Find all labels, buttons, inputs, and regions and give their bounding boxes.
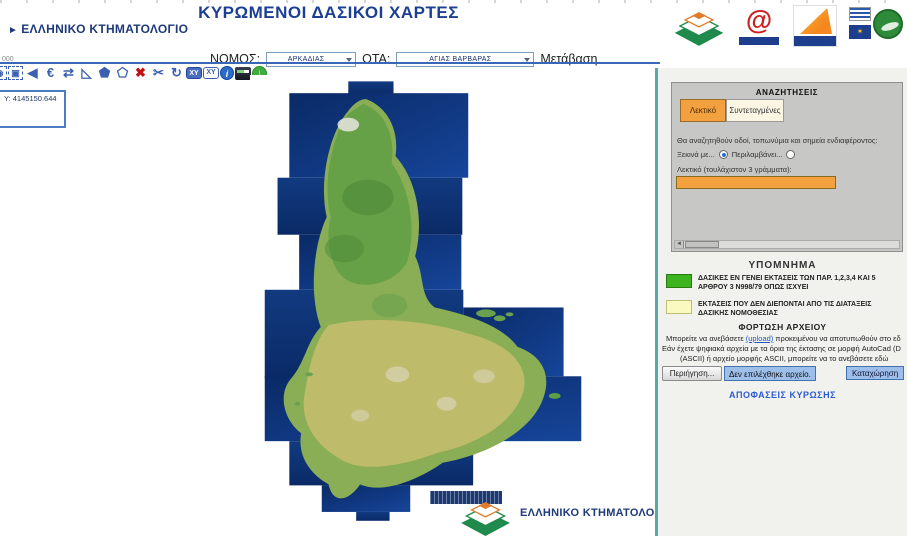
radio-starts-label: Ξεκινά με... <box>677 150 715 159</box>
chevron-down-icon <box>524 58 530 62</box>
legend-green-swatch <box>666 274 692 288</box>
upload-text-line: Εάν έχετε ψηφιακά αρχεία με τα όρια της … <box>662 344 907 353</box>
print-icon[interactable] <box>235 67 251 80</box>
delete-icon[interactable]: ✖ <box>132 64 149 82</box>
draw-polygon-icon[interactable]: ⬟ <box>96 64 113 82</box>
legend-item-text: ΕΚΤΑΣΕΙΣ ΠΟΥ ΔΕΝ ΔΙΕΠΟΝΤΑΙ ΑΠΟ ΤΙΣ ΔΙΑΤΑ… <box>698 300 903 318</box>
measure-area-icon[interactable]: ◺ <box>78 64 95 82</box>
upload-link[interactable]: (upload) <box>746 334 774 343</box>
zoom-selection-icon[interactable]: ▣ <box>8 66 23 80</box>
legend-item: ΔΑΣΙΚΕΣ ΕΝ ΓΕΝΕΙ ΕΚΤΑΣΕΙΣ ΤΩΝ ΠΑΡ. 1,2,3… <box>666 274 903 292</box>
digital-convergence-logo: @ <box>737 5 781 47</box>
zoom-in-icon[interactable]: ◉ <box>0 66 7 80</box>
greece-flag-icon <box>849 7 871 21</box>
legend-item-text: ΔΑΣΙΚΕΣ ΕΝ ΓΕΝΕΙ ΕΚΤΑΣΕΙΣ ΤΩΝ ΠΑΡ. 1,2,3… <box>698 274 903 292</box>
footer-brand-label: ΕΛΛΗΝΙΚΟ ΚΤΗΜΑΤΟΛΟΓΙΟ <box>520 507 674 519</box>
scroll-left-icon[interactable]: ◄ <box>675 241 684 248</box>
coordinates-icon[interactable]: XY <box>186 67 202 79</box>
region-nav: ΝΟΜΟΣ: ΑΡΚΑΔΙΑΣ ΟΤΑ: ΑΓΙΑΣ ΒΑΡΒΑΡΑΣ Μετά… <box>210 51 597 67</box>
search-input-label: Λεκτικό (τουλάχιστον 3 γράμματα): <box>677 165 792 174</box>
nomos-select[interactable]: ΑΡΚΑΔΙΑΣ <box>266 52 356 67</box>
browse-button[interactable]: Περιήγηση... <box>662 366 722 381</box>
side-panel: ΑΝΑΖΗΤΗΣΕΙΣ Λεκτικό Συντεταγμένες Θα ανα… <box>655 68 907 536</box>
refresh-icon[interactable]: ↻ <box>168 64 185 82</box>
measure-distance-icon[interactable]: ⇄ <box>60 64 77 82</box>
coordinate-readout: Y: 4145150.644 <box>0 90 66 128</box>
brand-home-link[interactable]: ►ΕΛΛΗΝΙΚΟ ΚΤΗΜΑΤΟΛΟΓΙΟ <box>8 22 188 36</box>
ota-select[interactable]: ΑΓΙΑΣ ΒΑΡΒΑΡΑΣ <box>396 52 534 67</box>
brand-arrow-icon: ► <box>8 25 18 36</box>
tab-syntetagmenes[interactable]: Συντεταγμένες <box>726 99 784 122</box>
search-mode-radios: Ξεκινά με... Περιλαμβάνει... <box>677 150 795 159</box>
radio-contains-label: Περιλαμβάνει... <box>732 150 783 159</box>
info-icon[interactable]: i <box>220 66 234 80</box>
radio-contains[interactable] <box>786 150 795 159</box>
green-emblem-icon <box>873 9 903 39</box>
upload-text-line: Μπορείτε να ανεβάσετε (upload) προκειμέν… <box>666 334 907 343</box>
legend-title: ΥΠΟΜΝΗΜΑ <box>658 260 907 271</box>
cut-polygon-icon[interactable]: ✂ <box>150 64 167 82</box>
ratification-decisions-link[interactable]: ΑΠΟΦΑΣΕΙΣ ΚΥΡΩΣΗΣ <box>658 390 907 400</box>
map-toolbar: ◉ ▣ ◀ € ⇄ ◺ ⬟ ⬠ ✖ ✂ ↻ XY XY i ↓ <box>0 64 267 82</box>
eu-flag-icon: ✶ <box>849 25 871 39</box>
legend-yellow-swatch <box>666 300 692 314</box>
legend-item: ΕΚΤΑΣΕΙΣ ΠΟΥ ΔΕΝ ΔΙΕΠΟΝΤΑΙ ΑΠΟ ΤΙΣ ΔΙΑΤΑ… <box>666 300 903 318</box>
brand-label: ΕΛΛΗΝΙΚΟ ΚΤΗΜΑΤΟΛΟΓΙΟ <box>21 22 188 36</box>
search-input[interactable] <box>676 176 836 189</box>
espa-logo <box>793 5 837 47</box>
edit-polygon-icon[interactable]: ⬠ <box>114 64 131 82</box>
ktimatologio-logo <box>673 5 725 47</box>
header-logos: @ ✶ <box>673 5 905 47</box>
tab-lektiko[interactable]: Λεκτικό <box>680 99 726 122</box>
radio-starts-with[interactable] <box>719 150 728 159</box>
chevron-down-icon <box>346 58 352 62</box>
no-file-label: Δεν επιλέχθηκε αρχείο. <box>724 366 816 381</box>
aerial-mosaic <box>250 75 655 536</box>
map-canvas[interactable] <box>250 75 655 536</box>
scrollbar-thumb[interactable] <box>685 241 719 248</box>
pan-back-icon[interactable]: ◀ <box>24 64 41 82</box>
search-panel-title: ΑΝΑΖΗΤΗΣΕΙΣ <box>672 88 902 97</box>
search-panel-scrollbar[interactable]: ◄ <box>674 240 900 249</box>
coordinates-search-icon[interactable]: XY <box>203 67 219 79</box>
upload-text-line: (ASCII) ή αρχείο μορφής ASCII, μπορείτε … <box>680 354 907 363</box>
search-hint: Θα αναζητηθούν οδοί, τοπωνύμια και σημεί… <box>677 136 899 145</box>
upload-title: ΦΟΡΤΩΣΗ ΑΡΧΕΙΟΥ <box>658 322 907 332</box>
submit-button[interactable]: Καταχώρηση <box>846 366 904 380</box>
search-panel: ΑΝΑΖΗΤΗΣΕΙΣ Λεκτικό Συντεταγμένες Θα ανα… <box>671 82 903 252</box>
extent-history-icon[interactable]: € <box>42 64 59 82</box>
page-title: ΚΥΡΩΜΕΝΟΙ ΔΑΣΙΚΟΙ ΧΑΡΤΕΣ <box>0 3 657 23</box>
greece-eu-logo: ✶ <box>849 5 905 47</box>
